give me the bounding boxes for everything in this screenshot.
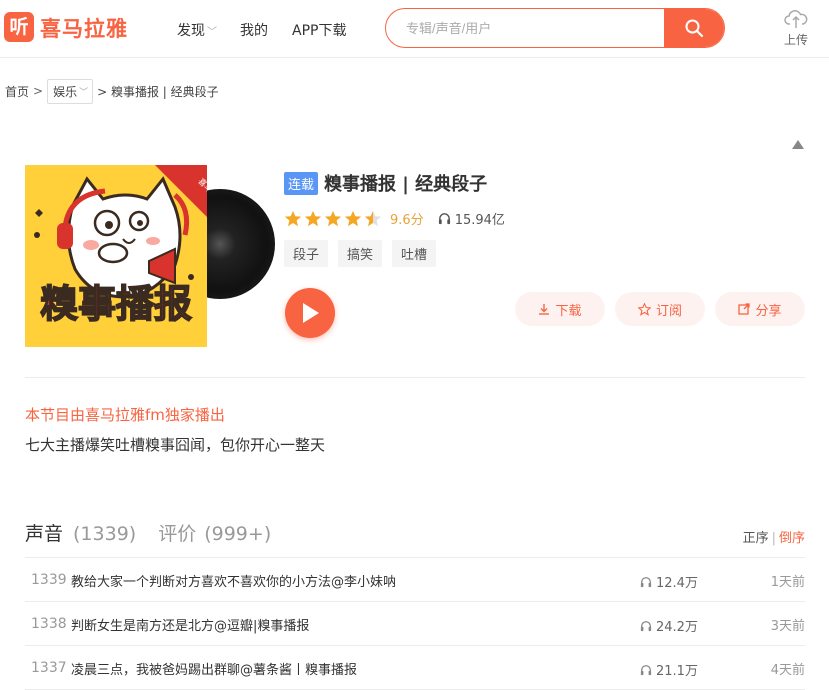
cover-illustration: 喜马拉雅FM 糗事播报 xyxy=(25,165,207,347)
track-row[interactable]: 1338 判断女生是南方还是北方@逗瓣|糗事播报 24.2万 3天前 xyxy=(25,602,805,646)
nav-discover[interactable]: 发现 ﹀ xyxy=(177,20,217,40)
track-plays-value: 12.4万 xyxy=(656,576,698,591)
download-button[interactable]: 下载 xyxy=(515,292,605,326)
track-number: 1339 xyxy=(31,572,67,588)
search-button[interactable] xyxy=(664,9,724,47)
sort-desc[interactable]: 倒序 xyxy=(779,531,805,546)
track-plays: 24.2万 xyxy=(640,616,698,635)
track-plays-value: 21.1万 xyxy=(656,664,698,679)
track-title[interactable]: 教给大家一个判断对方喜欢不喜欢你的小方法@李小妹呐 xyxy=(71,571,396,590)
breadcrumb-home[interactable]: 首页 xyxy=(5,83,29,100)
rating-stars xyxy=(284,210,382,228)
chevron-down-icon: ﹀ xyxy=(207,27,217,38)
breadcrumb-category-dropdown[interactable]: 娱乐 ﹀ xyxy=(47,78,94,104)
album-description: 七大主播爆笑吐槽糗事囧闻，包你开心一整天 xyxy=(25,436,326,454)
nav-discover-label: 发现 xyxy=(177,23,205,39)
track-time: 4天前 xyxy=(770,663,805,678)
track-number: 1337 xyxy=(31,660,67,676)
logo-glyph: 听 xyxy=(9,15,29,38)
half-star-icon xyxy=(364,210,382,226)
cloud-upload-icon xyxy=(784,10,808,28)
headphones-icon xyxy=(438,213,450,225)
sort-separator: | xyxy=(771,531,776,546)
star-icon xyxy=(304,210,322,226)
svg-text:糗事播报: 糗事播报 xyxy=(40,282,192,326)
nav-mine-label: 我的 xyxy=(240,23,268,39)
content-tabs: 声音 (1339) 评价 (999+) xyxy=(25,519,271,546)
breadcrumb: 首页 > 娱乐 ﹀ > 糗事播报 | 经典段子 xyxy=(5,78,219,104)
exclusive-notice: 本节目由喜马拉雅fm独家播出 xyxy=(25,406,225,424)
album-title-row: 连载 糗事播报 | 经典段子 xyxy=(284,170,487,196)
track-row[interactable]: 1339 教给大家一个判断对方喜欢不喜欢你的小方法@李小妹呐 12.4万 1天前 xyxy=(25,558,805,602)
serial-badge: 连载 xyxy=(284,171,319,195)
upload-label: 上传 xyxy=(783,33,808,47)
track-plays: 21.1万 xyxy=(640,660,698,679)
play-button[interactable] xyxy=(285,288,335,338)
nav-mine[interactable]: 我的 xyxy=(240,20,268,40)
search-icon xyxy=(685,19,704,38)
chevron-down-icon: ﹀ xyxy=(79,87,89,98)
share-button[interactable]: 分享 xyxy=(715,292,805,326)
track-title[interactable]: 凌晨三点，我被爸妈踢出群聊@薯条酱丨糗事播报 xyxy=(71,659,357,678)
search-input[interactable] xyxy=(386,9,666,47)
track-title[interactable]: 判断女生是南方还是北方@逗瓣|糗事播报 xyxy=(71,615,309,634)
star-icon xyxy=(344,210,362,226)
headphones-icon xyxy=(640,664,652,675)
nav-app-download-label: APP下载 xyxy=(292,23,347,39)
breadcrumb-category-label: 娱乐 xyxy=(53,84,78,99)
track-row[interactable]: 1337 凌晨三点，我被爸妈踢出群聊@薯条酱丨糗事播报 21.1万 4天前 xyxy=(25,646,805,690)
rating-score: 9.6分 xyxy=(390,213,424,228)
logo-icon[interactable]: 听 xyxy=(4,12,34,42)
tag-item[interactable]: 吐槽 xyxy=(392,240,437,267)
play-icon xyxy=(303,303,319,323)
breadcrumb-separator: > xyxy=(33,84,44,98)
play-count: 15.94亿 xyxy=(438,209,505,228)
star-icon xyxy=(324,210,342,226)
breadcrumb-current: > 糗事播报 | 经典段子 xyxy=(97,84,219,99)
track-plays-value: 24.2万 xyxy=(656,620,698,635)
album-rating: 9.6分 15.94亿 xyxy=(284,209,505,228)
album-tags: 段子 搞笑 吐槽 xyxy=(284,240,437,267)
headphones-icon xyxy=(640,576,652,587)
share-label: 分享 xyxy=(755,303,782,319)
sort-asc[interactable]: 正序 xyxy=(743,531,769,546)
album-title: 糗事播报 | 经典段子 xyxy=(324,174,488,195)
share-icon xyxy=(738,303,751,315)
track-time: 3天前 xyxy=(770,619,805,634)
headphones-icon xyxy=(640,620,652,631)
album-cover: 喜马拉雅FM 糗事播报 xyxy=(25,165,275,347)
download-label: 下载 xyxy=(555,303,582,319)
logo-text[interactable]: 喜马拉雅 xyxy=(40,13,128,43)
search-box xyxy=(385,8,725,48)
tab-sounds[interactable]: 声音 xyxy=(25,519,63,546)
collapse-arrow-icon[interactable] xyxy=(792,140,804,149)
nav-app-download[interactable]: APP下载 xyxy=(292,20,346,40)
tab-sounds-count: (1339) xyxy=(73,523,137,545)
cover-art: 喜马拉雅FM 糗事播报 xyxy=(25,165,207,347)
play-count-value: 15.94亿 xyxy=(454,213,505,228)
upload-button[interactable]: 上传 xyxy=(776,8,816,48)
divider xyxy=(25,377,805,378)
subscribe-label: 订阅 xyxy=(655,303,682,319)
star-outline-icon xyxy=(637,302,651,316)
tab-reviews-count: (999+) xyxy=(204,523,272,545)
subscribe-button[interactable]: 订阅 xyxy=(615,292,705,326)
sort-order: 正序 | 倒序 xyxy=(743,527,805,546)
download-icon xyxy=(539,304,550,315)
tab-reviews[interactable]: 评价 xyxy=(158,519,196,546)
track-number: 1338 xyxy=(31,616,67,632)
tag-item[interactable]: 段子 xyxy=(284,240,329,267)
track-plays: 12.4万 xyxy=(640,572,698,591)
tag-item[interactable]: 搞笑 xyxy=(338,240,383,267)
track-time: 1天前 xyxy=(770,575,805,590)
star-icon xyxy=(284,210,302,226)
top-bar: 听 喜马拉雅 发现﹀ 我的 APP下载 上传 xyxy=(0,0,829,58)
